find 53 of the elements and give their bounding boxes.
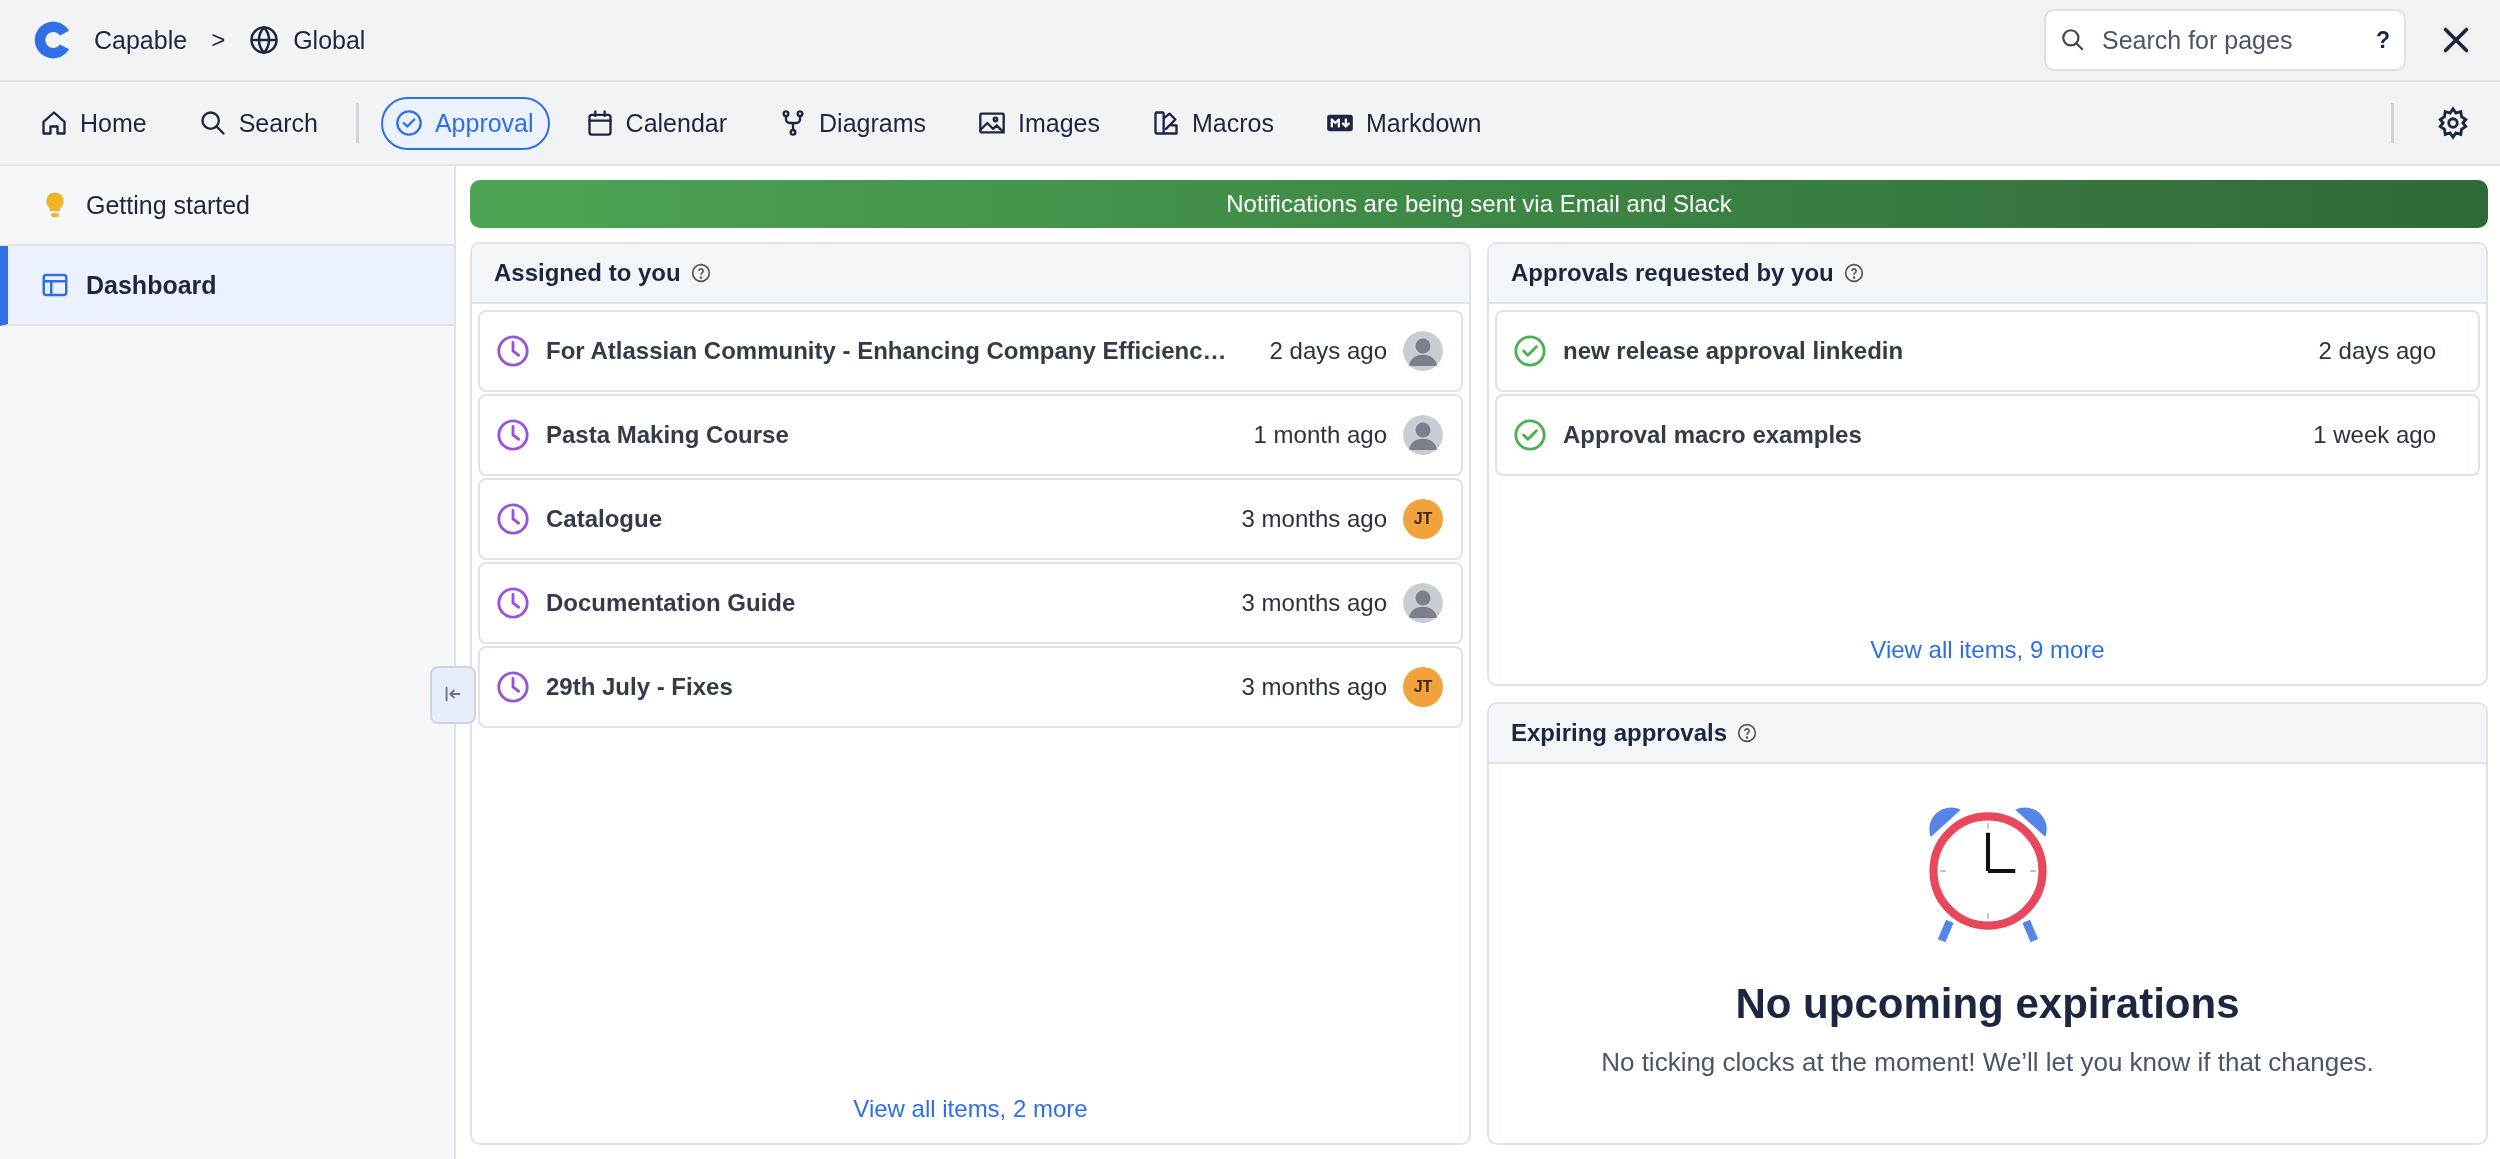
approval-row[interactable]: Catalogue 3 months ago JT <box>478 478 1463 560</box>
globe-icon <box>249 25 280 55</box>
check-circle-icon <box>1513 334 1547 368</box>
panel-title: Approvals requested by you <box>1511 259 1834 287</box>
avatar: JT <box>1403 499 1443 539</box>
nav-tab[interactable]: Home <box>26 96 163 150</box>
nav-tab[interactable]: Calendar <box>571 96 744 150</box>
nav-tab[interactable]: Search <box>184 96 334 150</box>
sidebar-item[interactable]: Dashboard <box>0 246 454 326</box>
search-input[interactable]: Search for pages <box>2100 24 2362 56</box>
app-name[interactable]: Capable <box>94 25 188 55</box>
notification-banner: Notifications are being sent via Email and Slack <box>470 180 2488 228</box>
clock-icon <box>496 586 530 620</box>
empty-state-heading: No upcoming expirations <box>1735 979 2240 1028</box>
approval-row[interactable]: Documentation Guide 3 months ago <box>478 562 1463 644</box>
approval-row[interactable]: Pasta Making Course 1 month ago <box>478 394 1463 476</box>
approval-row[interactable]: 29th July - Fixes 3 months ago JT <box>478 646 1463 728</box>
home-icon <box>40 109 68 137</box>
avatar <box>1403 331 1443 371</box>
help-key: ? <box>2375 26 2390 54</box>
clock-icon <box>496 334 530 368</box>
check-circle-icon <box>1513 418 1547 452</box>
search-icon <box>2060 27 2086 53</box>
settings-icon <box>2436 106 2470 140</box>
avatar <box>1403 583 1443 623</box>
swatches-icon <box>1152 109 1180 137</box>
nav-tab[interactable]: Diagrams <box>765 96 942 150</box>
approval-row[interactable]: Approval macro examples 1 week ago <box>1495 394 2480 476</box>
calendar-icon <box>585 109 614 137</box>
nav-tab[interactable]: Images <box>964 96 1116 150</box>
clock-icon <box>496 670 530 704</box>
panel-title: Expiring approvals <box>1511 718 1728 747</box>
clock-icon <box>496 502 530 536</box>
search-field[interactable]: Search for pages ? <box>2044 9 2406 71</box>
panel-title: Assigned to you <box>494 259 681 287</box>
approval-row[interactable]: new release approval linkedin 2 days ago <box>1495 310 2480 392</box>
view-all-link[interactable]: View all items, 2 more <box>853 1095 1088 1123</box>
avatar <box>1403 415 1443 455</box>
breadcrumb-separator: > <box>211 26 226 54</box>
view-all-link[interactable]: View all items, 9 more <box>1870 635 2105 664</box>
approval-row[interactable]: For Atlassian Community - Enhancing Company Efficienc… 2 days ago <box>478 310 1463 392</box>
avatar: JT <box>1403 667 1443 707</box>
space-name[interactable]: Global <box>293 25 366 55</box>
nav-tab[interactable]: Macros <box>1138 96 1290 150</box>
nav-tab[interactable]: Approval <box>380 96 550 150</box>
clock-icon <box>496 418 530 452</box>
nav-tab[interactable]: Markdown <box>1311 96 1498 150</box>
check-circle-icon <box>394 109 423 137</box>
help-icon <box>1737 722 1758 743</box>
help-icon <box>690 263 711 283</box>
search-icon <box>198 109 227 137</box>
empty-state-text: No ticking clocks at the moment! We’ll let you know if that changes. <box>1601 1045 2374 1079</box>
help-icon <box>1843 263 1864 283</box>
